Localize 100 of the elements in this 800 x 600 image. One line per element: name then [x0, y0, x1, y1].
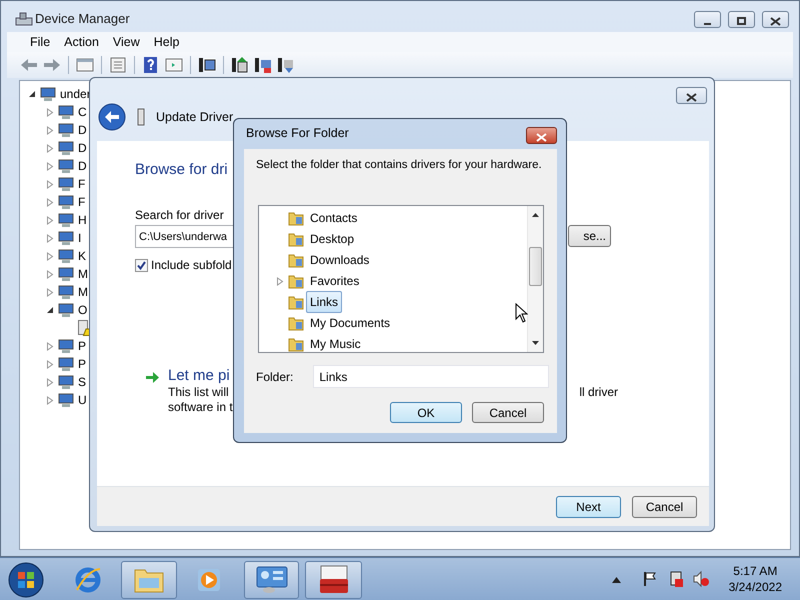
collapsed-arrow-icon[interactable] [46, 162, 54, 170]
window-title: Device Manager [35, 11, 130, 26]
show-hidden-icon[interactable] [612, 577, 621, 583]
checkbox[interactable] [135, 258, 148, 272]
collapsed-arrow-icon[interactable] [46, 126, 54, 134]
device-icon [57, 230, 75, 246]
clock-date[interactable]: 3/24/2022 [728, 579, 782, 595]
tree-item[interactable]: F [78, 193, 86, 211]
tree-item[interactable]: M [78, 283, 88, 301]
collapsed-arrow-icon[interactable] [46, 270, 54, 278]
tree-item[interactable]: P [78, 355, 86, 373]
collapsed-arrow-icon[interactable] [46, 288, 54, 296]
expanded-arrow-icon[interactable] [28, 90, 36, 98]
collapsed-arrow-icon[interactable] [46, 216, 54, 224]
tree-item[interactable]: I [78, 229, 82, 247]
cursor-icon [515, 303, 528, 323]
scroll-down-icon[interactable] [532, 341, 539, 345]
dialog-button[interactable]: OK [390, 402, 462, 423]
scroll-thumb[interactable] [529, 247, 542, 286]
update-icon[interactable] [230, 56, 250, 74]
folder-item[interactable]: Contacts [306, 206, 362, 228]
collapsed-arrow-icon[interactable] [46, 252, 54, 260]
menu-item[interactable]: File [23, 30, 58, 54]
scroll-up-icon[interactable] [532, 213, 539, 217]
tree-item[interactable]: D [78, 139, 87, 157]
tree-item[interactable]: U [78, 391, 87, 409]
volume-muted-icon[interactable] [692, 570, 710, 588]
collapsed-arrow-icon[interactable] [46, 144, 54, 152]
close-button[interactable] [676, 87, 707, 104]
wizard-button[interactable]: Next [556, 496, 621, 518]
maximize-icon [736, 17, 747, 26]
play-icon [196, 567, 222, 593]
menu-item[interactable]: Help [146, 30, 186, 54]
uninstall-icon[interactable] [276, 56, 296, 74]
tree-item[interactable]: O [78, 301, 88, 319]
device-icon [57, 176, 75, 192]
folder-item[interactable]: My Documents [306, 312, 394, 334]
windows-logo-icon [8, 562, 44, 598]
tree-item[interactable]: F [78, 175, 86, 193]
folder-icon [288, 272, 304, 288]
clock-time[interactable]: 5:17 AM [728, 563, 782, 579]
disable-icon[interactable] [253, 56, 273, 74]
back-button[interactable] [98, 103, 126, 131]
folder-item[interactable]: Desktop [306, 228, 358, 250]
close-button[interactable] [762, 11, 789, 28]
search-label: Search for driver [135, 208, 224, 222]
device-icon [57, 212, 75, 228]
folder-icon [288, 230, 304, 246]
maximize-button[interactable] [728, 11, 755, 28]
tree-item[interactable]: P [78, 337, 86, 355]
folder-item[interactable]: My Music [306, 332, 365, 352]
scrollbar[interactable] [527, 206, 543, 352]
close-button[interactable] [526, 127, 557, 144]
browse-button[interactable]: se... [568, 225, 611, 247]
tree-item[interactable]: C [78, 103, 87, 121]
folder-field[interactable]: Links [313, 365, 550, 388]
device-icon [57, 194, 75, 210]
instruction-text: Select the folder that contains drivers for your hardware. [256, 158, 543, 173]
taskbar-button[interactable] [244, 561, 299, 599]
taskbar-button[interactable] [305, 561, 362, 599]
collapsed-arrow-icon[interactable] [46, 342, 54, 350]
device-icon [136, 108, 146, 126]
start-button[interactable] [6, 561, 46, 599]
tree-item[interactable]: under [60, 85, 91, 103]
tree-item[interactable]: D [78, 121, 87, 139]
folder-item[interactable]: Links [306, 290, 342, 312]
device-icon [57, 248, 75, 264]
properties-icon[interactable] [108, 56, 128, 74]
forward-icon[interactable] [42, 56, 62, 74]
wizard-button[interactable]: Cancel [632, 496, 697, 518]
folder-item[interactable]: Downloads [306, 248, 374, 270]
device-icon [57, 284, 75, 300]
option-description: software in t [168, 400, 233, 415]
tree-item[interactable]: S [78, 373, 86, 391]
collapsed-arrow-icon[interactable] [46, 378, 54, 386]
minimize-button[interactable] [694, 11, 721, 28]
collapsed-arrow-icon[interactable] [46, 396, 54, 404]
collapsed-arrow-icon[interactable] [46, 180, 54, 188]
menu-item[interactable]: View [106, 30, 147, 54]
path-field[interactable]: C:\Users\underwa [135, 225, 233, 248]
collapsed-arrow-icon[interactable] [46, 234, 54, 242]
menu-item[interactable]: Action [57, 30, 106, 54]
collapsed-arrow-icon[interactable] [46, 108, 54, 116]
expanded-arrow-icon[interactable] [46, 306, 54, 314]
tree-item[interactable]: H [78, 211, 87, 229]
scan-icon[interactable] [197, 56, 217, 74]
device-icon [57, 338, 75, 354]
tree-item[interactable]: M [78, 265, 88, 283]
tree-item[interactable]: D [78, 157, 87, 175]
pane-icon[interactable] [75, 56, 95, 74]
folder-item[interactable]: Favorites [306, 270, 364, 292]
device-icon [57, 302, 75, 318]
tree-item[interactable]: K [78, 247, 86, 265]
pane-icon[interactable] [164, 56, 184, 74]
collapsed-arrow-icon[interactable] [276, 276, 284, 286]
collapsed-arrow-icon[interactable] [46, 198, 54, 206]
collapsed-arrow-icon[interactable] [46, 360, 54, 368]
dialog-button[interactable]: Cancel [472, 402, 544, 423]
flag-icon[interactable] [643, 571, 657, 587]
back-icon[interactable] [19, 56, 39, 74]
